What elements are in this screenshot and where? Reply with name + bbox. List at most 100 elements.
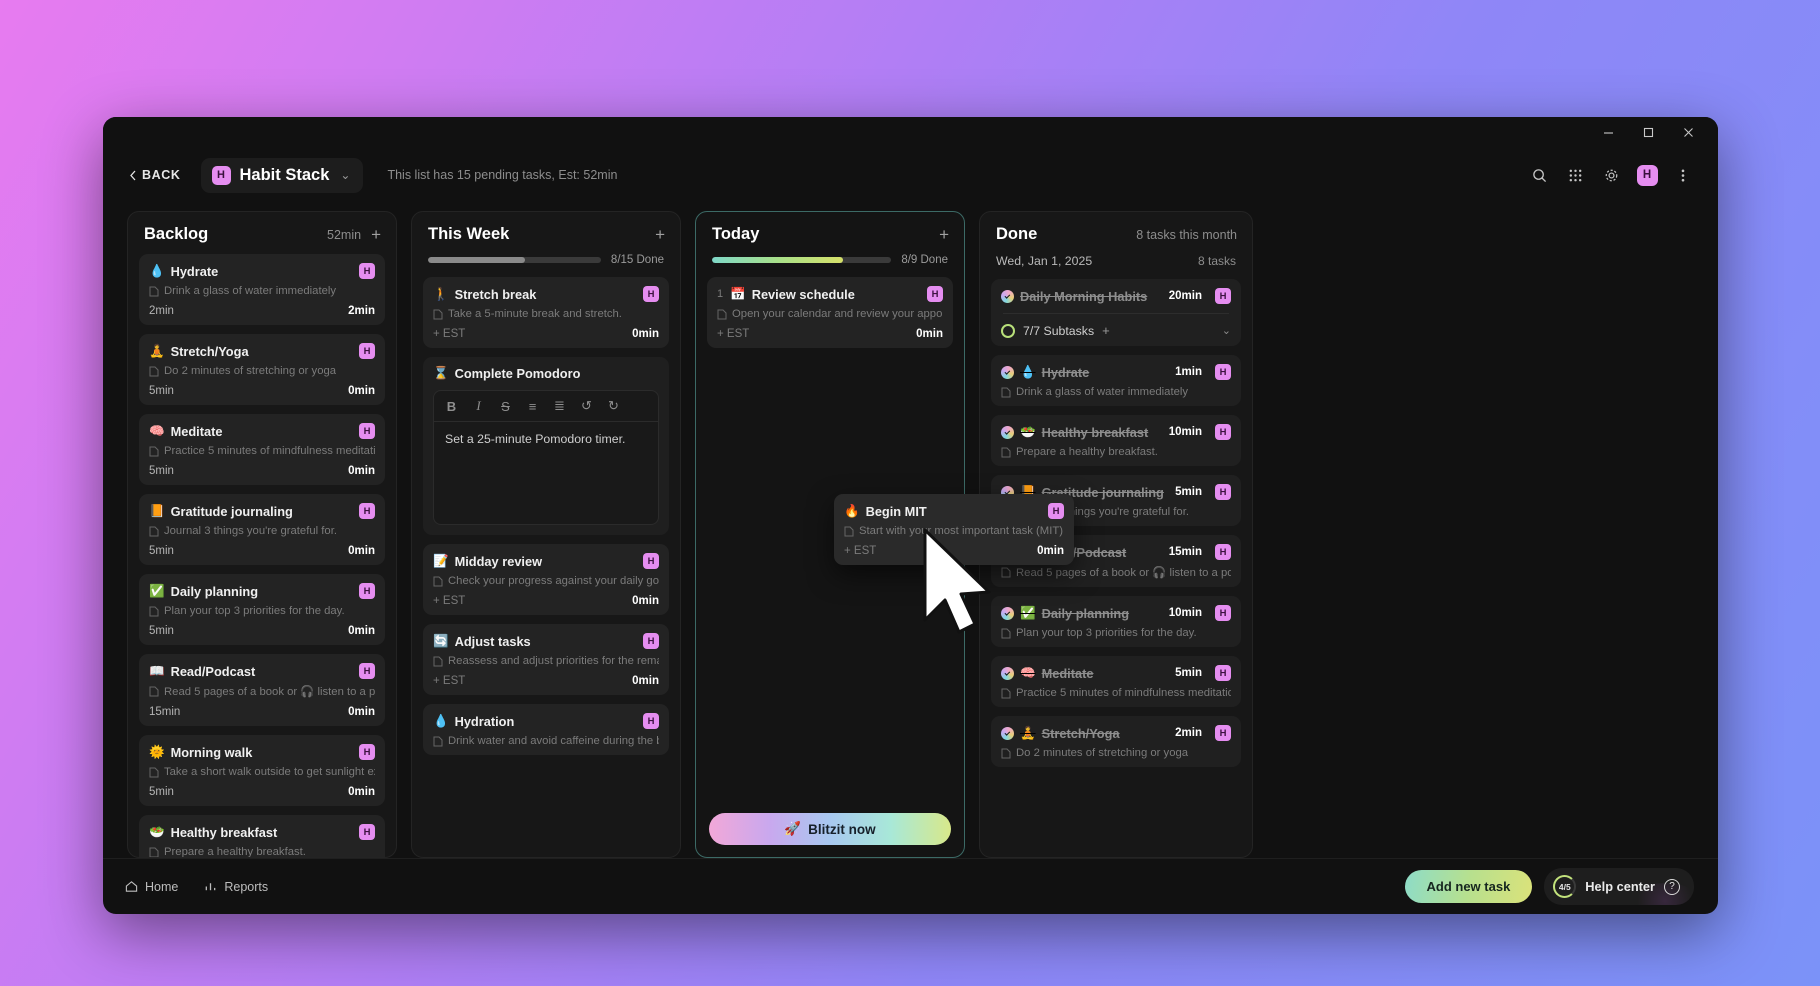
task-list-badge: H <box>359 503 375 519</box>
close-icon[interactable] <box>1668 119 1708 145</box>
completed-check-icon[interactable] <box>1001 606 1014 620</box>
task-time-spent: 20min <box>1168 290 1202 302</box>
numbered-list-icon[interactable]: ≣ <box>552 398 567 414</box>
task-card[interactable]: 💧 Hydrate H Drink a glass of water immediat… <box>139 254 385 325</box>
task-estimate[interactable]: + EST <box>433 595 465 607</box>
task-emoji: 📙 <box>149 503 165 518</box>
task-note-editor[interactable]: B I S ≡ ≣ ↺ ↻ Set a 25-minute Pomodoro timer. <box>433 390 659 525</box>
footer-reports-button[interactable]: Reports <box>204 880 268 894</box>
task-description: Take a short walk outside to get sunligh… <box>149 766 375 778</box>
task-card[interactable]: ✅ Daily planning 10min H Plan your top 3 pri… <box>991 596 1241 647</box>
task-card[interactable]: Daily Morning Habits 20min H 7/7 Subtasks + ⌄ <box>991 279 1241 346</box>
task-card[interactable]: 1 📅 Review schedule H Open your calendar and… <box>707 277 953 348</box>
add-task-to-column-icon[interactable]: + <box>939 226 949 243</box>
task-card[interactable]: 🌞 Morning walk H Take a short walk outside … <box>139 735 385 806</box>
completed-check-icon[interactable] <box>1001 726 1014 740</box>
add-task-to-column-icon[interactable]: + <box>371 226 381 243</box>
add-new-task-button[interactable]: Add new task <box>1404 870 1533 903</box>
task-card[interactable]: 🧠 Meditate 5min H Practice 5 minutes of mind… <box>991 656 1241 707</box>
search-icon[interactable] <box>1524 160 1554 190</box>
list-badge: H <box>211 165 231 185</box>
note-icon <box>433 576 443 586</box>
bullet-list-icon[interactable]: ≡ <box>525 399 540 414</box>
task-estimate[interactable]: + EST <box>717 328 749 340</box>
task-emoji: ✅ <box>149 583 165 598</box>
list-selector[interactable]: H Habit Stack ⌄ <box>200 157 364 193</box>
task-card[interactable]: ⌛ Complete Pomodoro B I S ≡ ≣ ↺ ↻ Set a 25-minute… <box>423 357 669 535</box>
gear-icon[interactable] <box>1596 160 1626 190</box>
completed-check-icon[interactable] <box>1001 666 1014 680</box>
task-estimate[interactable]: + EST <box>844 545 876 557</box>
task-card[interactable]: 🧘 Stretch/Yoga 2min H Do 2 minutes of stretc… <box>991 716 1241 767</box>
task-card[interactable]: 📝 Midday review H Check your progress again… <box>423 544 669 615</box>
strikethrough-icon[interactable]: S <box>498 399 513 414</box>
task-estimate[interactable]: 15min <box>149 706 180 718</box>
progress-bar <box>712 257 892 263</box>
task-estimate[interactable]: 5min <box>149 385 174 397</box>
redo-icon[interactable]: ↻ <box>606 398 621 414</box>
completed-check-icon[interactable] <box>1001 365 1014 379</box>
task-list-badge: H <box>643 553 659 569</box>
task-card[interactable]: 🥗 Healthy breakfast 10min H Prepare a health… <box>991 415 1241 466</box>
avatar[interactable]: H <box>1632 160 1662 190</box>
task-title: Daily planning <box>170 583 259 599</box>
chevron-down-icon[interactable]: ⌄ <box>1222 324 1231 337</box>
task-estimate[interactable]: 2min <box>149 305 174 317</box>
maximize-icon[interactable] <box>1628 119 1668 145</box>
grid-icon[interactable] <box>1560 160 1590 190</box>
add-task-to-column-icon[interactable]: + <box>655 226 665 243</box>
task-time-spent: 0min <box>348 786 375 798</box>
task-description-text: Read 5 pages of a book or 🎧 listen to a … <box>164 686 375 698</box>
task-title: Hydrate <box>1041 364 1090 380</box>
task-card[interactable]: 🧠 Meditate H Practice 5 minutes of mindfuln… <box>139 414 385 485</box>
subtasks-row[interactable]: 7/7 Subtasks + ⌄ <box>1001 314 1231 338</box>
done-count: 8 tasks <box>1197 254 1236 268</box>
task-card[interactable]: 📙 Gratitude journaling H Journal 3 things y… <box>139 494 385 565</box>
task-description: Take a 5-minute break and stretch. <box>433 308 659 320</box>
task-description-text: Plan your top 3 priorities for the day. <box>164 605 345 617</box>
task-time-spent: 0min <box>632 328 659 340</box>
task-description-text: Do 2 minutes of stretching or yoga <box>164 365 337 377</box>
task-card[interactable]: 📖 Read/Podcast H Read 5 pages of a book or … <box>139 654 385 726</box>
completed-check-icon[interactable] <box>1001 425 1014 439</box>
task-list-badge: H <box>1215 665 1231 681</box>
task-title: Adjust tasks <box>454 633 531 649</box>
task-description: Practice 5 minutes of mindfulness medita… <box>1001 687 1231 699</box>
more-icon[interactable] <box>1668 160 1698 190</box>
back-label: BACK <box>142 168 181 182</box>
task-card[interactable]: 🚶 Stretch break H Take a 5-minute break and… <box>423 277 669 348</box>
dragged-task-card[interactable]: 🔥 Begin MIT H Start with your most impor… <box>834 494 1074 565</box>
completed-check-icon[interactable] <box>1001 289 1014 303</box>
add-subtask-icon[interactable]: + <box>1102 323 1110 338</box>
header-actions: H <box>1524 160 1698 190</box>
footer-home-button[interactable]: Home <box>125 880 178 894</box>
task-estimate[interactable]: 5min <box>149 625 174 637</box>
column-task-list: Daily Morning Habits 20min H 7/7 Subtasks + ⌄… <box>991 279 1241 857</box>
task-emoji: ✅ <box>1020 605 1036 620</box>
back-button[interactable]: BACK <box>119 162 191 188</box>
task-card[interactable]: ✅ Daily planning H Plan your top 3 prioriti… <box>139 574 385 645</box>
task-card[interactable]: 🥗 Healthy breakfast H Prepare a healthy bre… <box>139 815 385 857</box>
minimize-icon[interactable] <box>1588 119 1628 145</box>
task-estimate[interactable]: 5min <box>149 545 174 557</box>
task-card[interactable]: 💧 Hydration H Drink water and avoid caffein… <box>423 704 669 755</box>
editor-content[interactable]: Set a 25-minute Pomodoro timer. <box>434 422 658 456</box>
task-card[interactable]: 🧘 Stretch/Yoga H Do 2 minutes of stretching… <box>139 334 385 405</box>
task-card[interactable]: 🔄 Adjust tasks H Reassess and adjust priori… <box>423 624 669 695</box>
blitzit-now-button[interactable]: 🚀 Blitzit now <box>709 813 951 845</box>
task-estimate[interactable]: 5min <box>149 786 174 798</box>
footer-actions: Add new task 4/5 Help center ? <box>1404 868 1694 905</box>
help-center-label: Help center <box>1585 879 1655 894</box>
help-center-button[interactable]: 4/5 Help center ? <box>1544 868 1694 905</box>
bold-icon[interactable]: B <box>444 399 459 414</box>
undo-icon[interactable]: ↺ <box>579 398 594 414</box>
task-estimate[interactable]: + EST <box>433 328 465 340</box>
task-title: Daily Morning Habits <box>1020 288 1148 304</box>
chevron-down-icon[interactable]: ⌄ <box>340 168 350 182</box>
task-estimate[interactable]: + EST <box>433 675 465 687</box>
task-description-text: Take a 5-minute break and stretch. <box>448 308 622 320</box>
note-icon <box>1001 387 1011 397</box>
italic-icon[interactable]: I <box>471 398 486 414</box>
task-estimate[interactable]: 5min <box>149 465 174 477</box>
task-card[interactable]: 💧 Hydrate 1min H Drink a glass of water imme… <box>991 355 1241 406</box>
